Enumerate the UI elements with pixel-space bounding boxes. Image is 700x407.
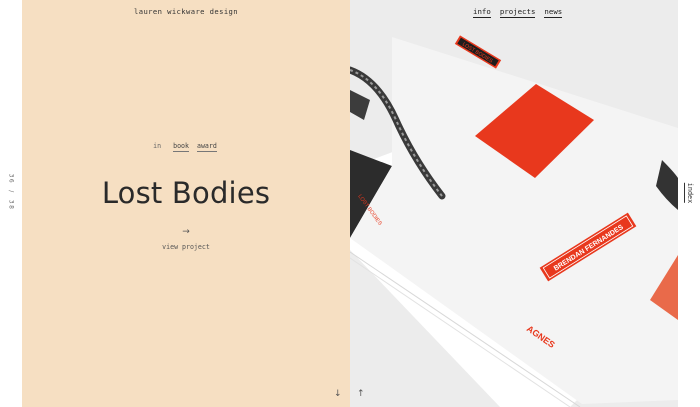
nav-projects-link[interactable]: projects — [499, 7, 536, 18]
project-title[interactable]: Lost Bodies — [22, 176, 350, 210]
tag-book-link[interactable]: book — [173, 142, 189, 152]
tag-award-link[interactable]: award — [196, 142, 217, 152]
project-tags: in book award — [22, 142, 350, 152]
arrow-right-icon[interactable]: → — [22, 227, 350, 237]
site-title[interactable]: lauren wickware design — [22, 7, 350, 16]
book-photo: LOST BODIES BRENDAN FERNANDES AGNES LOST… — [350, 0, 678, 407]
scroll-down-icon[interactable]: ↓ — [334, 389, 342, 399]
project-image-panel: LOST BODIES BRENDAN FERNANDES AGNES LOST… — [350, 0, 678, 407]
scroll-up-icon[interactable]: ↑ — [357, 389, 365, 399]
counter-current: 36 — [7, 173, 15, 185]
right-gutter — [678, 0, 700, 407]
main-nav: info projects news — [473, 7, 571, 18]
counter-total: 38 — [7, 199, 15, 211]
nav-news-link[interactable]: news — [544, 7, 563, 18]
nav-info-link[interactable]: info — [473, 7, 491, 18]
counter-separator: / — [7, 190, 15, 194]
project-info-panel: lauren wickware design in book award Los… — [22, 0, 350, 407]
index-link[interactable]: index — [684, 182, 694, 204]
tags-in-label: in — [153, 142, 162, 150]
project-counter: 36 / 38 — [8, 171, 15, 214]
view-project-link[interactable]: view project — [22, 243, 350, 251]
